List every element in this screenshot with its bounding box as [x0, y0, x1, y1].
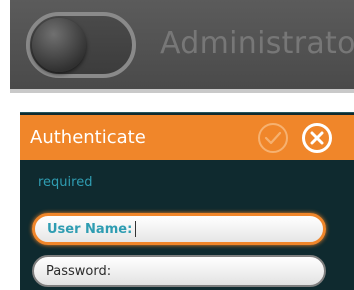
password-label: Password: [46, 263, 112, 279]
confirm-button[interactable] [258, 123, 288, 153]
administrator-label: Administrator [160, 26, 354, 61]
toggle-knob[interactable] [32, 18, 86, 72]
username-field[interactable]: User Name: [32, 213, 326, 245]
dialog-title: Authenticate [30, 127, 146, 148]
close-icon [310, 131, 324, 145]
close-button[interactable] [302, 123, 332, 153]
administrator-toggle[interactable] [26, 12, 136, 78]
administrator-banner: Administrator [10, 0, 354, 93]
text-cursor [135, 221, 137, 237]
required-hint: required [38, 175, 93, 190]
password-field[interactable]: Password: [32, 255, 326, 287]
authenticate-dialog: Authenticate required User Name: Passwor… [20, 112, 354, 290]
check-icon [264, 131, 282, 145]
username-label: User Name: [47, 221, 133, 237]
dialog-header: Authenticate [20, 115, 354, 160]
